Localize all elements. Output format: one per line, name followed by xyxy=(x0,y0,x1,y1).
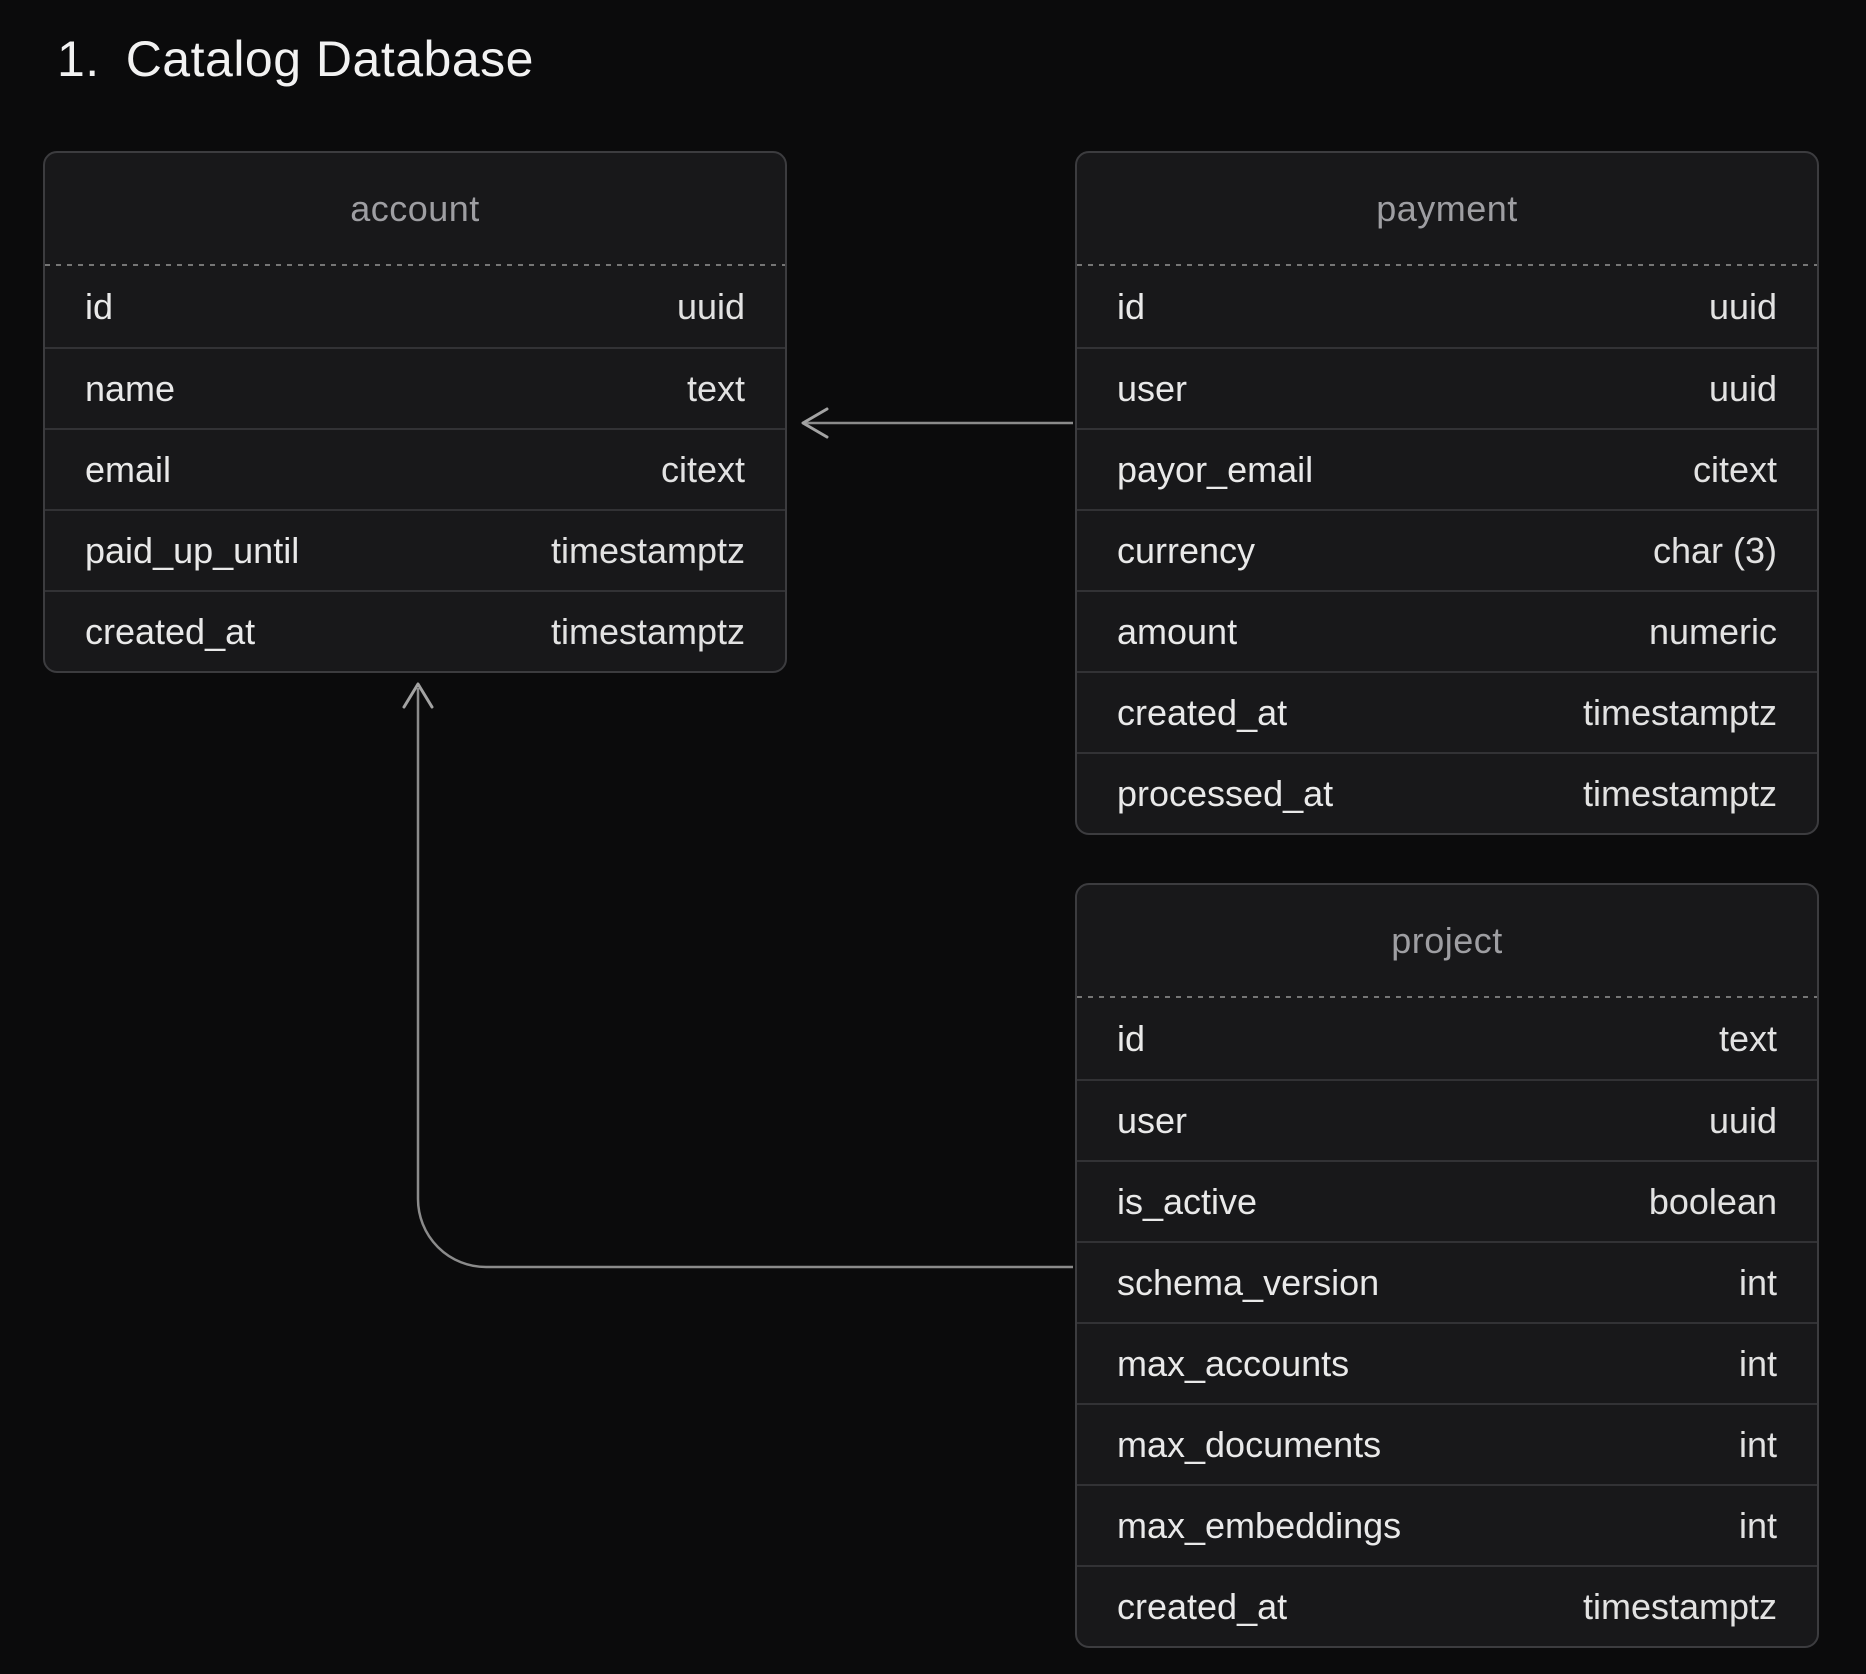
relation-arrow-payment-to-account xyxy=(803,409,1073,437)
field-name: name xyxy=(85,368,175,410)
field-type: text xyxy=(687,368,745,410)
field-type: int xyxy=(1739,1424,1777,1466)
table-title-project: project xyxy=(1077,885,1817,996)
diagram-title: 1. Catalog Database xyxy=(57,30,534,88)
field-name: amount xyxy=(1117,611,1237,653)
table-row: created_at timestamptz xyxy=(1077,1565,1817,1646)
field-type: char (3) xyxy=(1653,530,1777,572)
field-type: uuid xyxy=(677,286,745,328)
table-row: max_documents int xyxy=(1077,1403,1817,1484)
field-name: currency xyxy=(1117,530,1255,572)
field-type: timestamptz xyxy=(1583,773,1777,815)
table-title-account: account xyxy=(45,153,785,264)
table-row: is_active boolean xyxy=(1077,1160,1817,1241)
field-name: max_documents xyxy=(1117,1424,1381,1466)
table-row: id uuid xyxy=(45,266,785,347)
table-row: id uuid xyxy=(1077,266,1817,347)
field-type: uuid xyxy=(1709,1100,1777,1142)
field-type: uuid xyxy=(1709,286,1777,328)
table-row: payor_email citext xyxy=(1077,428,1817,509)
entity-table-account[interactable]: account id uuid name text email citext paid_up… xyxy=(43,151,787,673)
table-row: created_at timestamptz xyxy=(45,590,785,671)
field-name: created_at xyxy=(1117,692,1287,734)
table-row: schema_version int xyxy=(1077,1241,1817,1322)
field-type: int xyxy=(1739,1262,1777,1304)
table-row: max_accounts int xyxy=(1077,1322,1817,1403)
table-row: paid_up_until timestamptz xyxy=(45,509,785,590)
field-type: int xyxy=(1739,1343,1777,1385)
field-type: int xyxy=(1739,1505,1777,1547)
table-title-payment: payment xyxy=(1077,153,1817,264)
table-row: id text xyxy=(1077,998,1817,1079)
entity-table-payment[interactable]: payment id uuid user uuid payor_email citext c… xyxy=(1075,151,1819,835)
field-name: created_at xyxy=(85,611,255,653)
field-type: timestamptz xyxy=(551,611,745,653)
field-name: paid_up_until xyxy=(85,530,299,572)
field-name: id xyxy=(85,286,113,328)
title-number: 1. xyxy=(57,31,100,87)
relation-arrow-project-to-account xyxy=(404,684,1073,1267)
field-type: timestamptz xyxy=(1583,1586,1777,1628)
field-name: max_embeddings xyxy=(1117,1505,1401,1547)
table-row: processed_at timestamptz xyxy=(1077,752,1817,833)
field-name: processed_at xyxy=(1117,773,1333,815)
table-row: email citext xyxy=(45,428,785,509)
field-type: timestamptz xyxy=(1583,692,1777,734)
field-name: id xyxy=(1117,286,1145,328)
field-type: numeric xyxy=(1649,611,1777,653)
table-row: created_at timestamptz xyxy=(1077,671,1817,752)
table-row: user uuid xyxy=(1077,347,1817,428)
title-text: Catalog Database xyxy=(126,31,534,87)
table-row: max_embeddings int xyxy=(1077,1484,1817,1565)
field-type: citext xyxy=(1693,449,1777,491)
field-name: created_at xyxy=(1117,1586,1287,1628)
field-name: email xyxy=(85,449,171,491)
table-row: name text xyxy=(45,347,785,428)
field-name: max_accounts xyxy=(1117,1343,1349,1385)
field-name: schema_version xyxy=(1117,1262,1379,1304)
diagram-canvas: 1. Catalog Database account id uuid name tex… xyxy=(0,0,1866,1674)
field-type: text xyxy=(1719,1018,1777,1060)
field-type: timestamptz xyxy=(551,530,745,572)
table-row: user uuid xyxy=(1077,1079,1817,1160)
field-name: user xyxy=(1117,1100,1187,1142)
table-row: amount numeric xyxy=(1077,590,1817,671)
field-name: payor_email xyxy=(1117,449,1313,491)
field-name: is_active xyxy=(1117,1181,1257,1223)
table-row: currency char (3) xyxy=(1077,509,1817,590)
field-type: uuid xyxy=(1709,368,1777,410)
field-type: citext xyxy=(661,449,745,491)
entity-table-project[interactable]: project id text user uuid is_active boolean sc… xyxy=(1075,883,1819,1648)
field-name: user xyxy=(1117,368,1187,410)
field-type: boolean xyxy=(1649,1181,1777,1223)
field-name: id xyxy=(1117,1018,1145,1060)
